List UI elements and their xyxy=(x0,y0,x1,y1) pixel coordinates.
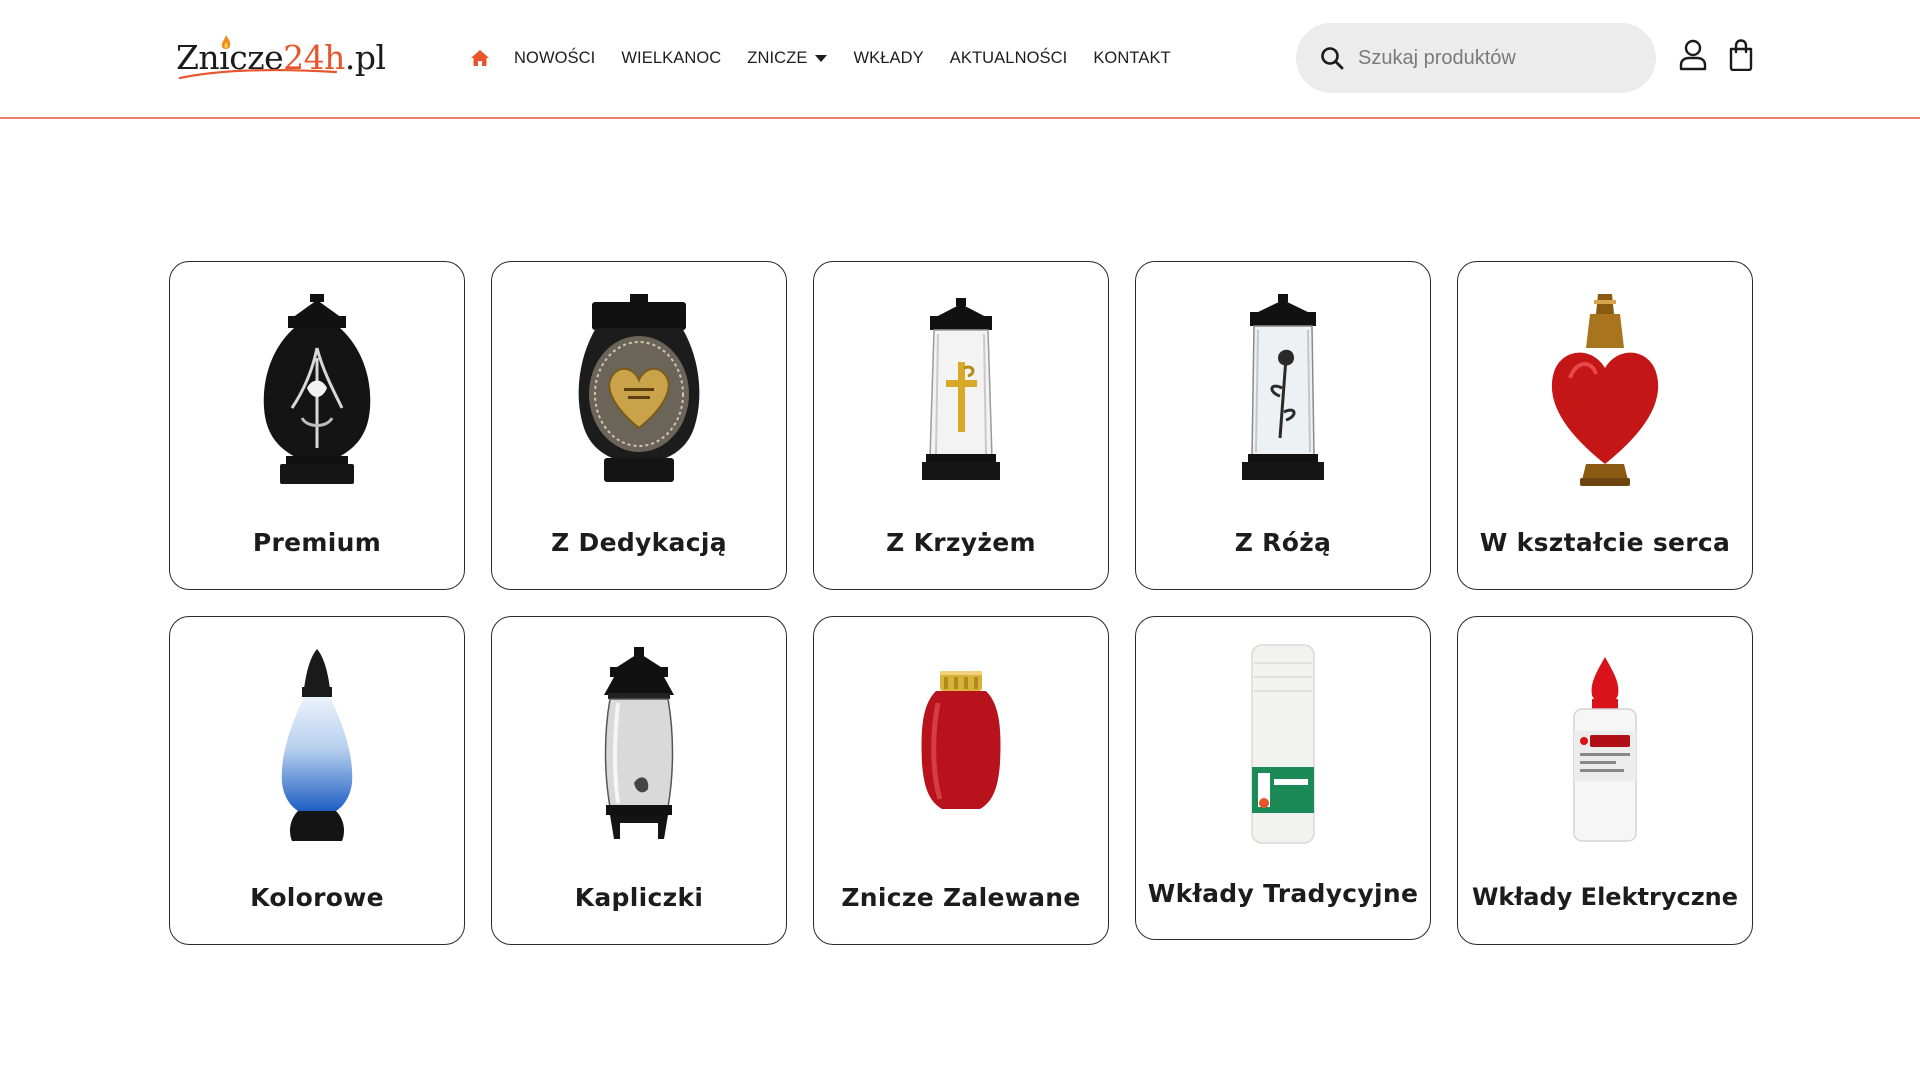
nav-home[interactable] xyxy=(470,49,490,67)
nav-item-znicze[interactable]: ZNICZE xyxy=(747,48,828,68)
category-image-z-krzyzem xyxy=(814,288,1108,498)
category-image-wklady-tradycyjne xyxy=(1136,643,1430,853)
category-label: Kapliczki xyxy=(574,883,704,912)
category-image-kolorowe xyxy=(170,643,464,853)
category-label: Z Krzyżem xyxy=(886,528,1036,557)
category-card-z-roza[interactable]: Z Różą xyxy=(1135,261,1431,590)
caret-down-icon xyxy=(815,54,828,62)
category-image-znicze-zalewane xyxy=(814,643,1108,853)
account-button[interactable] xyxy=(1676,38,1710,72)
user-icon xyxy=(1679,39,1707,71)
category-card-kapliczki[interactable]: Kapliczki xyxy=(491,616,787,945)
category-card-premium[interactable]: Premium xyxy=(169,261,465,590)
category-label: Z Dedykacją xyxy=(551,528,727,557)
category-label: Z Różą xyxy=(1234,528,1332,557)
site-header: Znicze24h.pl NOWOŚCI WIELKANOC ZNICZE WK… xyxy=(0,0,1920,119)
search-icon[interactable] xyxy=(1320,46,1344,70)
flame-icon xyxy=(221,35,231,49)
category-image-z-roza xyxy=(1136,288,1430,498)
logo-text-suffix: .pl xyxy=(344,38,386,77)
search-input[interactable] xyxy=(1358,46,1638,70)
category-card-z-krzyzem[interactable]: Z Krzyżem xyxy=(813,261,1109,590)
category-image-kapliczki xyxy=(492,643,786,853)
category-grid: Premium Z Dedykacją Z Krzyżem Z Różą W k… xyxy=(169,261,1753,945)
home-icon xyxy=(471,50,489,66)
category-label: Wkłady Tradycyjne xyxy=(1147,879,1419,908)
nav-item-kontakt[interactable]: KONTAKT xyxy=(1093,49,1170,68)
nav-item-wklady[interactable]: WKŁADY xyxy=(853,49,923,68)
category-label: Kolorowe xyxy=(250,883,384,912)
category-image-premium xyxy=(170,288,464,498)
nav-item-znicze-label: ZNICZE xyxy=(747,48,808,67)
logo-swoosh xyxy=(178,68,338,80)
main-nav: NOWOŚCI WIELKANOC ZNICZE WKŁADY AKTUALNO… xyxy=(470,46,1197,70)
category-label: Znicze Zalewane xyxy=(841,883,1081,912)
category-card-znicze-zalewane[interactable]: Znicze Zalewane xyxy=(813,616,1109,945)
category-card-w-ksztalcie-serca[interactable]: W kształcie serca xyxy=(1457,261,1753,590)
nav-item-wielkanoc[interactable]: WIELKANOC xyxy=(621,49,721,68)
logo[interactable]: Znicze24h.pl xyxy=(176,35,386,86)
category-label: Wkłady Elektryczne xyxy=(1471,883,1739,911)
category-image-wklady-elektryczne xyxy=(1458,643,1752,853)
category-card-wklady-tradycyjne[interactable]: Wkłady Tradycyjne xyxy=(1135,616,1431,940)
search-bar xyxy=(1296,23,1656,93)
category-label: W kształcie serca xyxy=(1479,528,1731,557)
shopping-bag-icon xyxy=(1729,39,1753,71)
category-label: Premium xyxy=(252,528,382,557)
category-card-kolorowe[interactable]: Kolorowe xyxy=(169,616,465,945)
nav-item-aktualnosci[interactable]: AKTUALNOŚCI xyxy=(950,49,1068,68)
cart-button[interactable] xyxy=(1724,38,1758,72)
nav-item-nowosci[interactable]: NOWOŚCI xyxy=(514,49,595,68)
category-card-z-dedykacja[interactable]: Z Dedykacją xyxy=(491,261,787,590)
category-card-wklady-elektryczne[interactable]: Wkłady Elektryczne xyxy=(1457,616,1753,945)
category-image-z-dedykacja xyxy=(492,288,786,498)
category-image-w-ksztalcie-serca xyxy=(1458,288,1752,498)
